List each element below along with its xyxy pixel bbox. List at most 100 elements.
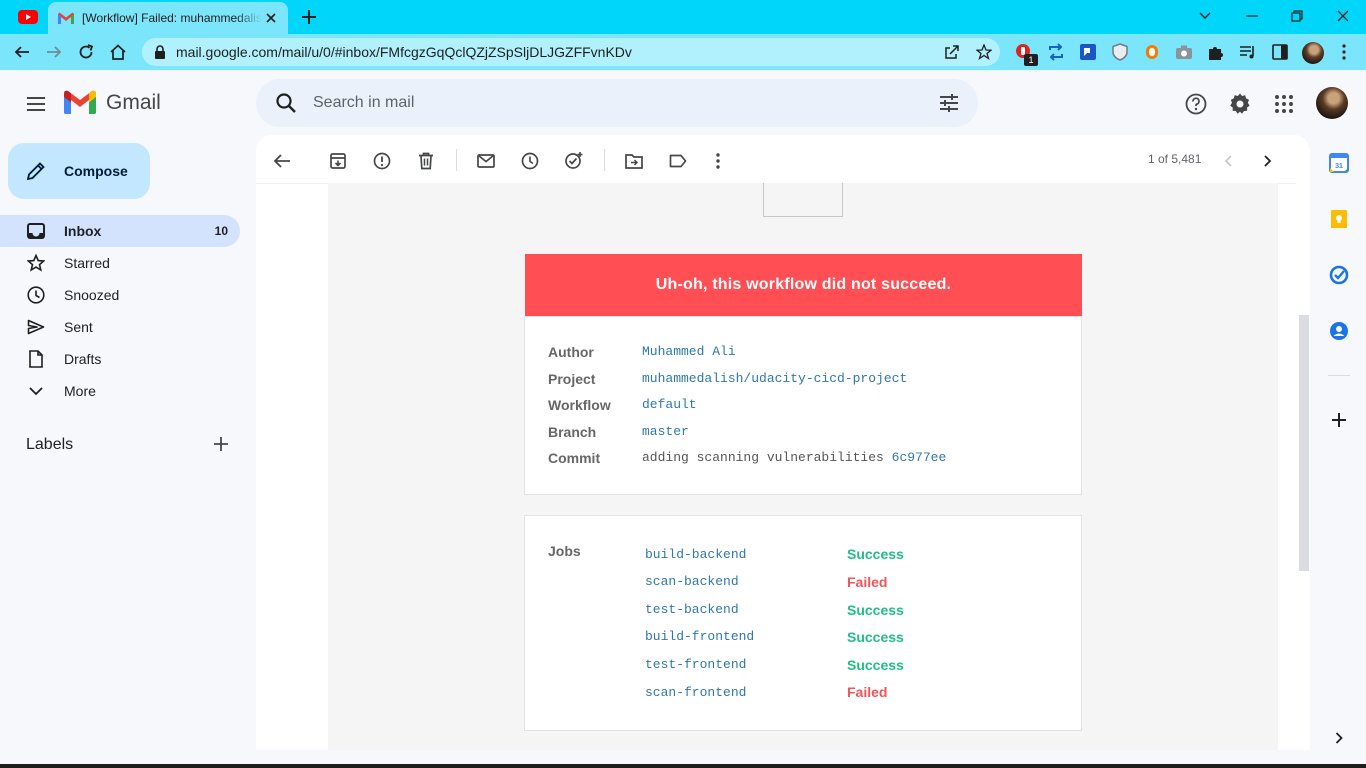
close-tab-icon[interactable] <box>262 9 280 27</box>
sidebar-item-inbox[interactable]: Inbox 10 <box>0 215 240 247</box>
minimize-icon[interactable] <box>1240 6 1264 26</box>
add-to-tasks-icon[interactable] <box>562 149 586 173</box>
gmail-favicon-icon <box>58 12 74 24</box>
compose-label: Compose <box>64 163 128 179</box>
search-icon[interactable] <box>274 91 298 115</box>
archive-icon[interactable] <box>326 149 350 173</box>
compose-button[interactable]: Compose <box>8 143 150 199</box>
side-panel-icon[interactable] <box>1270 42 1290 62</box>
active-tab[interactable]: [Workflow] Failed: muhammedalish/udacity… <box>48 2 288 34</box>
contacts-app-icon[interactable] <box>1328 320 1350 342</box>
close-window-icon[interactable] <box>1331 6 1355 26</box>
sidebar-item-more[interactable]: More <box>0 375 240 407</box>
puzzle-icon[interactable] <box>1206 42 1226 62</box>
show-side-panel-chevron-icon[interactable] <box>1328 727 1350 749</box>
sidebar-item-label: Snoozed <box>64 287 120 303</box>
forward-icon[interactable] <box>43 41 65 63</box>
share-icon[interactable] <box>944 44 960 60</box>
jobs-card: Jobs build-backend Success scan-backend … <box>524 515 1082 731</box>
snooze-clock-icon[interactable] <box>518 149 542 173</box>
sidebar-item-drafts[interactable]: Drafts <box>0 343 240 375</box>
job-name[interactable]: scan-frontend <box>645 685 746 700</box>
search-options-icon[interactable] <box>938 92 960 114</box>
search-bar[interactable]: Search in mail <box>256 79 978 127</box>
gmail-wordmark: Gmail <box>106 91 161 114</box>
detail-key-commit: Commit <box>548 450 601 466</box>
restore-icon[interactable] <box>1285 6 1309 26</box>
job-name[interactable]: test-frontend <box>645 657 746 672</box>
detail-key-workflow: Workflow <box>548 397 611 413</box>
settings-gear-icon[interactable] <box>1228 92 1252 116</box>
more-options-icon[interactable] <box>706 149 730 173</box>
calendar-app-icon[interactable]: 31 <box>1328 152 1350 174</box>
sidebar-item-label: Starred <box>64 255 110 271</box>
jobs-heading: Jobs <box>548 543 581 559</box>
taskbar-edge <box>0 764 1366 768</box>
search-input[interactable]: Search in mail <box>313 94 414 112</box>
translate-extension-icon[interactable] <box>1078 42 1098 62</box>
newer-chevron-left-icon[interactable] <box>1216 149 1240 173</box>
camera-extension-icon[interactable] <box>1174 42 1194 62</box>
tasks-app-icon[interactable] <box>1328 264 1350 286</box>
sidebar-item-sent[interactable]: Sent <box>0 311 240 343</box>
back-to-inbox-icon[interactable] <box>270 149 294 173</box>
browser-menu-icon[interactable] <box>1334 42 1354 62</box>
job-name[interactable]: build-frontend <box>645 629 754 644</box>
svg-text:31: 31 <box>1335 163 1343 170</box>
youtube-icon <box>18 10 38 24</box>
back-icon[interactable] <box>11 41 33 63</box>
tab-search-icon[interactable] <box>1193 6 1217 26</box>
report-spam-icon[interactable] <box>370 149 394 173</box>
delete-icon[interactable] <box>414 149 438 173</box>
detail-value-author[interactable]: Muhammed Ali <box>642 344 736 359</box>
job-name[interactable]: build-backend <box>645 547 746 562</box>
failure-banner: Uh-oh, this workflow did not succeed. <box>525 254 1082 316</box>
account-avatar[interactable] <box>1316 87 1348 119</box>
get-addons-plus-icon[interactable] <box>1328 409 1350 431</box>
sync-extension-icon[interactable] <box>1046 42 1066 62</box>
job-name[interactable]: scan-backend <box>645 574 739 589</box>
main-menu-icon[interactable] <box>24 92 48 116</box>
orange-extension-icon[interactable] <box>1142 42 1162 62</box>
reload-icon[interactable] <box>75 41 97 63</box>
home-icon[interactable] <box>107 41 129 63</box>
create-label-icon[interactable] <box>212 435 232 455</box>
label-tag-icon[interactable] <box>666 149 690 173</box>
side-panel-divider <box>1328 375 1350 376</box>
sidebar-item-snoozed[interactable]: Snoozed <box>0 279 240 311</box>
workflow-details-card: Author Muhammed Ali Project muhammedalis… <box>524 316 1082 495</box>
commit-hash-link[interactable]: 6c977ee <box>892 450 947 465</box>
youtube-tab[interactable] <box>10 6 46 28</box>
clock-icon <box>26 285 46 305</box>
address-bar[interactable]: mail.google.com/mail/u/0/#inbox/FMfcgzGq… <box>142 38 1000 66</box>
detail-value-workflow[interactable]: default <box>642 397 697 412</box>
email-image-placeholder <box>763 183 843 217</box>
bookmark-star-icon[interactable] <box>976 44 992 60</box>
detail-key-branch: Branch <box>548 424 597 440</box>
chevron-down-icon <box>26 381 46 401</box>
detail-value-branch[interactable]: master <box>642 424 689 439</box>
job-status: Success <box>847 629 904 645</box>
scrollbar-thumb[interactable] <box>1299 315 1309 571</box>
mark-unread-icon[interactable] <box>474 149 498 173</box>
shield-extension-icon[interactable] <box>1110 42 1130 62</box>
detail-key-author: Author <box>548 344 594 360</box>
sidebar-item-label: Sent <box>64 319 93 335</box>
new-tab-button[interactable] <box>298 6 320 28</box>
detail-value-project[interactable]: muhammedalish/udacity-cicd-project <box>642 371 907 386</box>
tab-title: [Workflow] Failed: muhammedalish/udacity… <box>82 11 262 25</box>
keep-app-icon[interactable] <box>1328 208 1350 230</box>
sidebar-item-starred[interactable]: Starred <box>0 247 240 279</box>
detail-key-project: Project <box>548 371 596 387</box>
move-to-folder-icon[interactable] <box>622 149 646 173</box>
older-chevron-right-icon[interactable] <box>1256 149 1280 173</box>
commit-message: adding scanning vulnerabilities <box>642 450 884 465</box>
labels-heading: Labels <box>26 436 74 453</box>
plus-icon <box>302 10 316 24</box>
media-control-icon[interactable] <box>1238 42 1258 62</box>
browser-profile-avatar[interactable] <box>1302 42 1324 64</box>
gmail-logo-icon[interactable] <box>64 90 96 116</box>
help-icon[interactable] <box>1184 92 1208 116</box>
job-name[interactable]: test-backend <box>645 602 739 617</box>
apps-grid-icon[interactable] <box>1272 92 1296 116</box>
